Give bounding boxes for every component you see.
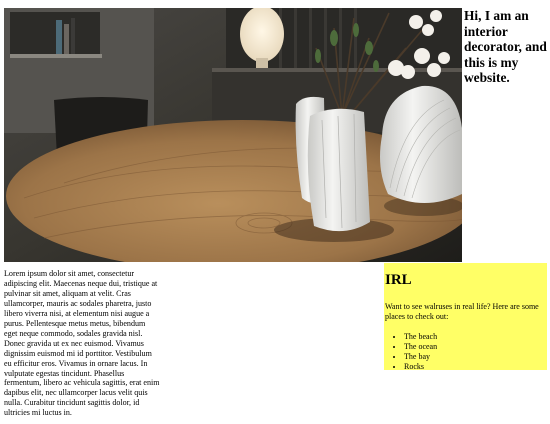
hero-image (4, 8, 462, 262)
places-list: The beach The ocean The bay Rocks (384, 332, 547, 372)
aside-intro: Want to see walruses in real life? Here … (385, 302, 539, 321)
list-item: The bay (404, 352, 547, 362)
page: Hi, I am an interior decorator, and this… (0, 0, 550, 424)
list-item: The ocean (404, 342, 547, 352)
list-item: The beach (404, 332, 547, 342)
main-paragraph: Lorem ipsum dolor sit amet, consectetur … (4, 269, 160, 418)
aside-title: IRL (385, 272, 412, 288)
irl-aside: IRL Want to see walruses in real life? H… (384, 263, 547, 372)
list-item: Rocks (404, 362, 547, 372)
hero-heading: Hi, I am an interior decorator, and this… (464, 8, 547, 85)
